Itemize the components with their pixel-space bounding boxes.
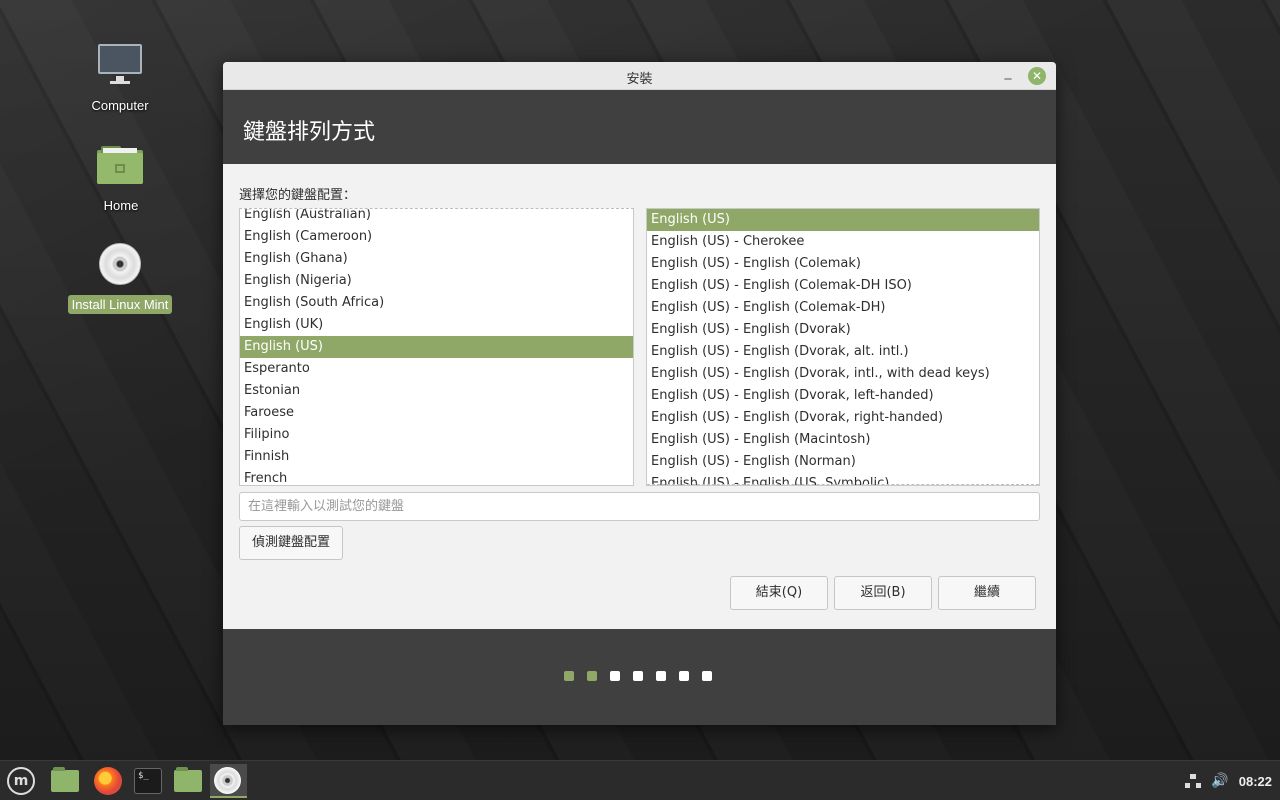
layout-row[interactable]: English (US) — [240, 336, 633, 358]
page-header: 鍵盤排列方式 — [223, 90, 1056, 164]
variant-row[interactable]: English (US) — [647, 209, 1039, 231]
progress-dot — [656, 671, 666, 681]
desktop-icon-home[interactable]: Home — [61, 142, 181, 215]
progress-dot — [587, 671, 597, 681]
back-button[interactable]: 返回(B) — [834, 576, 932, 610]
layout-row[interactable]: Filipino — [240, 424, 633, 446]
layout-row[interactable]: Faroese — [240, 402, 633, 424]
firefox-icon — [94, 767, 122, 795]
mint-menu-icon: m — [7, 767, 35, 795]
layout-row[interactable]: English (Nigeria) — [240, 270, 633, 292]
variant-row[interactable]: English (US) - English (Dvorak, right-ha… — [647, 407, 1039, 429]
install-disc-icon — [96, 241, 144, 289]
continue-button[interactable]: 繼續 — [938, 576, 1036, 610]
layout-row[interactable]: French — [240, 468, 633, 485]
layout-row[interactable]: English (Australian) — [240, 209, 633, 226]
installer-window: 安裝 _ ✕ 鍵盤排列方式 選擇您的鍵盤配置： English (Austral… — [223, 62, 1056, 725]
volume-icon[interactable]: 🔊 — [1211, 773, 1228, 789]
desktop-icon-label: Home — [103, 198, 139, 213]
keyboard-test-input[interactable] — [239, 492, 1040, 521]
files-icon — [51, 767, 79, 792]
variant-row[interactable]: English (US) - English (Dvorak, intl., w… — [647, 363, 1039, 385]
menu-button[interactable]: m — [4, 764, 38, 798]
layout-row[interactable]: English (UK) — [240, 314, 633, 336]
layout-prompt: 選擇您的鍵盤配置： — [239, 188, 357, 203]
taskbar-installer-button[interactable] — [210, 764, 247, 798]
desktop-icon-label: Install Linux Mint — [67, 295, 173, 314]
variant-row[interactable]: English (US) - English (Dvorak, alt. int… — [647, 341, 1039, 363]
close-button[interactable]: ✕ — [1028, 67, 1046, 85]
progress-dot — [610, 671, 620, 681]
window-titlebar[interactable]: 安裝 _ ✕ — [223, 62, 1056, 90]
quit-button[interactable]: 結束(Q) — [730, 576, 828, 610]
desktop-icon-computer[interactable]: Computer — [60, 42, 180, 115]
layout-row[interactable]: English (Cameroon) — [240, 226, 633, 248]
progress-indicator — [564, 671, 712, 681]
installer-disc-icon — [214, 767, 241, 794]
variant-row[interactable]: English (US) - English (Dvorak) — [647, 319, 1039, 341]
page-title: 鍵盤排列方式 — [243, 120, 376, 145]
window-title: 安裝 — [626, 72, 653, 87]
page-body: 選擇您的鍵盤配置： English (Australian) English (C… — [223, 164, 1056, 629]
variant-row[interactable]: English (US) - Cherokee — [647, 231, 1039, 253]
system-tray: 🔊 08:22 — [1185, 761, 1280, 800]
taskbar: m $_ 🔊 08:22 — [0, 760, 1280, 800]
keyboard-layout-list[interactable]: English (Australian) English (Cameroon) En… — [239, 208, 634, 486]
variant-row[interactable]: English (US) - English (Colemak-DH) — [647, 297, 1039, 319]
layout-row[interactable]: Esperanto — [240, 358, 633, 380]
taskbar-firefox-button[interactable] — [91, 764, 125, 798]
keyboard-variant-list[interactable]: English (US) English (US) - Cherokee Engli… — [646, 208, 1040, 486]
layout-row[interactable]: Estonian — [240, 380, 633, 402]
variant-row[interactable]: English (US) - English (Norman) — [647, 451, 1039, 473]
variant-row[interactable]: English (US) - English (Colemak) — [647, 253, 1039, 275]
taskbar-files-button[interactable] — [48, 764, 82, 798]
layout-row[interactable]: Finnish — [240, 446, 633, 468]
layout-row[interactable]: English (South Africa) — [240, 292, 633, 314]
progress-dot — [702, 671, 712, 681]
computer-icon — [96, 42, 144, 90]
taskbar-terminal-button[interactable]: $_ — [131, 764, 165, 798]
variant-row[interactable]: English (US) - English (Dvorak, left-han… — [647, 385, 1039, 407]
clock[interactable]: 08:22 — [1239, 774, 1272, 789]
files-icon — [174, 767, 202, 792]
home-folder-icon — [97, 142, 145, 190]
minimize-button[interactable]: _ — [998, 64, 1018, 86]
variant-row[interactable]: English (US) - English (Macintosh) — [647, 429, 1039, 451]
desktop-icon-label: Computer — [91, 98, 149, 113]
layout-row[interactable]: English (Ghana) — [240, 248, 633, 270]
network-icon[interactable] — [1185, 774, 1202, 788]
desktop-icon-install-linux-mint[interactable]: Install Linux Mint — [60, 241, 180, 314]
progress-dot — [679, 671, 689, 681]
detect-layout-button[interactable]: 偵測鍵盤配置 — [239, 526, 343, 560]
progress-footer — [223, 629, 1056, 725]
variant-row[interactable]: English (US) - English (Colemak-DH ISO) — [647, 275, 1039, 297]
progress-dot — [633, 671, 643, 681]
progress-dot — [564, 671, 574, 681]
terminal-icon: $_ — [134, 768, 162, 794]
taskbar-files-button-2[interactable] — [171, 764, 205, 798]
